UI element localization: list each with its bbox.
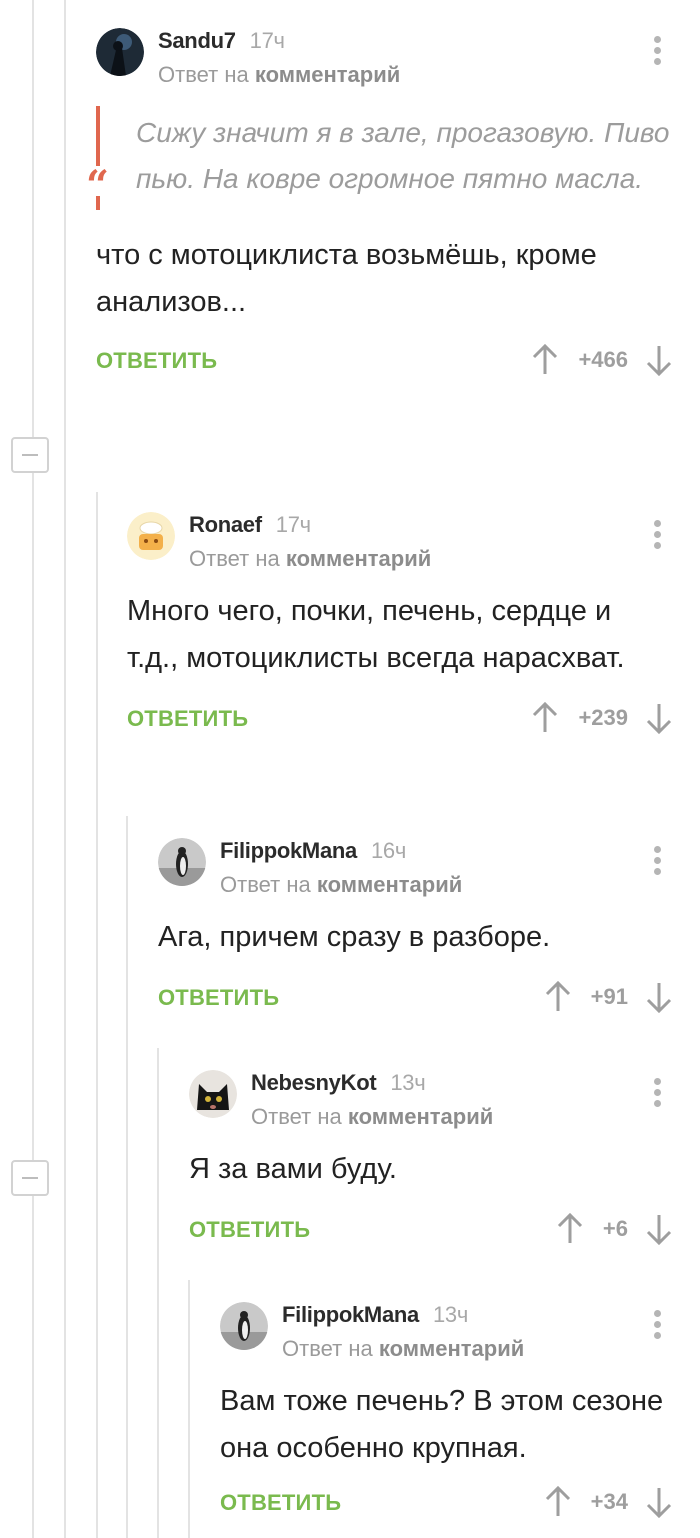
collapse-thread-button[interactable]: [11, 437, 49, 473]
comment-header: Ronaef 17ч Ответ на комментарий: [127, 512, 700, 582]
comment-actions: ОТВЕТИТЬ +34: [220, 1482, 700, 1532]
quote-block: “ Сижу значит я в зале, прогазовую. Пиво…: [86, 106, 700, 210]
vote-score: +466: [578, 347, 628, 372]
black-cat-avatar[interactable]: [189, 1070, 237, 1118]
comment-time: 13ч: [390, 1070, 426, 1095]
author-name[interactable]: Sandu7 17ч: [158, 28, 285, 54]
vote-controls: +466: [532, 340, 672, 380]
comment: Sandu7 17ч Ответ на комментарий “ Сижу зн…: [86, 28, 700, 390]
reply-to-link[interactable]: Ответ на комментарий: [189, 546, 431, 572]
comment-actions: ОТВЕТИТЬ +239: [127, 698, 700, 748]
comment-header: FilippokMana 16ч Ответ на комментарий: [158, 838, 700, 908]
reply-button[interactable]: ОТВЕТИТЬ: [158, 985, 279, 1011]
more-options-icon[interactable]: [654, 846, 662, 876]
quote-mark-icon: “: [86, 166, 112, 206]
upvote-arrow-icon[interactable]: [545, 981, 571, 1013]
reply-to-link[interactable]: Ответ на комментарий: [251, 1104, 493, 1130]
thread-line: [32, 0, 34, 1538]
more-options-icon[interactable]: [654, 36, 662, 66]
reply-button[interactable]: ОТВЕТИТЬ: [127, 706, 248, 732]
comment-text: Я за вами буду.: [189, 1153, 397, 1185]
comment-text: что с мотоциклиста возьмёшь, кроме анали…: [96, 239, 597, 318]
vote-controls: +6: [557, 1209, 672, 1249]
more-options-icon[interactable]: [654, 1078, 662, 1108]
comment-actions: ОТВЕТИТЬ +6: [189, 1209, 700, 1259]
quote-text: Сижу значит я в зале, прогазовую. Пиво п…: [136, 117, 670, 194]
vote-controls: +91: [545, 977, 672, 1017]
author-name[interactable]: NebesnyKot 13ч: [251, 1070, 426, 1096]
comment-header: Sandu7 17ч Ответ на комментарий: [96, 28, 700, 98]
comment: FilippokMana 13ч Ответ на комментарий Вам…: [220, 1302, 700, 1532]
comment: Ronaef 17ч Ответ на комментарий Много чег…: [127, 512, 700, 748]
comment-header: NebesnyKot 13ч Ответ на комментарий: [189, 1070, 700, 1140]
upvote-arrow-icon[interactable]: [532, 344, 558, 376]
comment-text: Ага, причем сразу в разборе.: [158, 921, 551, 953]
vote-controls: +34: [545, 1482, 672, 1522]
upvote-arrow-icon[interactable]: [545, 1486, 571, 1518]
penguin-avatar[interactable]: [158, 838, 206, 886]
upvote-arrow-icon[interactable]: [557, 1213, 583, 1245]
reply-to-link[interactable]: Ответ на комментарий: [158, 62, 400, 88]
comment-time: 16ч: [370, 838, 407, 863]
cartoon-avatar[interactable]: [127, 512, 175, 560]
comment: FilippokMana 16ч Ответ на комментарий Ага…: [158, 838, 700, 1027]
downvote-arrow-icon[interactable]: [646, 344, 672, 376]
thread-line: [64, 0, 66, 1538]
more-options-icon[interactable]: [654, 520, 662, 550]
vote-controls: +239: [532, 698, 672, 738]
thread-line: [126, 816, 128, 1538]
comment-text: Вам тоже печень? В этом сезоне она особе…: [220, 1385, 664, 1464]
downvote-arrow-icon[interactable]: [646, 1213, 672, 1245]
reply-to-link[interactable]: Ответ на комментарий: [220, 872, 462, 898]
thread-line: [96, 492, 98, 1538]
vote-score: +91: [590, 984, 628, 1009]
more-options-icon[interactable]: [654, 1310, 662, 1340]
collapse-thread-button[interactable]: [11, 1160, 49, 1196]
author-name[interactable]: FilippokMana 16ч: [220, 838, 406, 864]
downvote-arrow-icon[interactable]: [646, 981, 672, 1013]
comment-time: 17ч: [275, 512, 311, 537]
vote-score: +239: [578, 705, 628, 730]
author-name[interactable]: FilippokMana 13ч: [282, 1302, 468, 1328]
thread-line: [157, 1048, 159, 1538]
reply-to-link[interactable]: Ответ на комментарий: [282, 1336, 524, 1362]
comment-actions: ОТВЕТИТЬ +466: [96, 340, 700, 390]
downvote-arrow-icon[interactable]: [646, 1486, 672, 1518]
comment: NebesnyKot 13ч Ответ на комментарий Я за …: [189, 1070, 700, 1259]
thread-line: [188, 1280, 190, 1538]
comment-text: Много чего, почки, печень, сердце и т.д.…: [127, 595, 625, 674]
reply-button[interactable]: ОТВЕТИТЬ: [96, 348, 217, 374]
vote-score: +6: [602, 1216, 628, 1241]
comment-time: 13ч: [432, 1302, 469, 1327]
vote-score: +34: [590, 1489, 628, 1514]
reply-button[interactable]: ОТВЕТИТЬ: [189, 1217, 310, 1243]
comment-time: 17ч: [249, 28, 285, 53]
reply-button[interactable]: ОТВЕТИТЬ: [220, 1490, 341, 1516]
comment-header: FilippokMana 13ч Ответ на комментарий: [220, 1302, 700, 1372]
comment-actions: ОТВЕТИТЬ +91: [158, 977, 700, 1027]
author-name[interactable]: Ronaef 17ч: [189, 512, 311, 538]
upvote-arrow-icon[interactable]: [532, 702, 558, 734]
dark-figure-avatar[interactable]: [96, 28, 144, 76]
downvote-arrow-icon[interactable]: [646, 702, 672, 734]
penguin-avatar[interactable]: [220, 1302, 268, 1350]
